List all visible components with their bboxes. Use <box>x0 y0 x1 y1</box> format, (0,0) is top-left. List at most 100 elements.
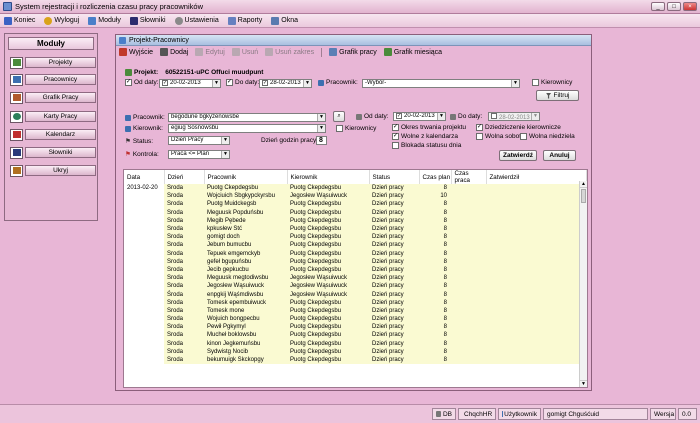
filter-to-date[interactable]: ✓ 28-02-2013 ▼ <box>259 79 312 88</box>
table-cell <box>124 257 164 266</box>
menu-item-koniec[interactable]: Koniec <box>4 16 35 25</box>
table-row[interactable]: Środa Meguusk megtodiwsbu Jegosłew Wąsuiwu… <box>124 274 587 283</box>
table-cell <box>451 208 486 217</box>
table-row[interactable]: Środa Meguusk Popduńsbu Puotg Ckepdegsbu Dz… <box>124 208 587 217</box>
approve-button[interactable]: Zatwierdź <box>499 150 537 161</box>
table-cell: Dzień pracy <box>369 208 419 217</box>
add-button[interactable]: Dodaj <box>160 48 188 56</box>
col-header-dzien[interactable]: Dzień <box>164 170 205 184</box>
table-row[interactable]: Środa Pewił Pgkymyl Puotg Ckepdegsbu Dzień … <box>124 323 587 332</box>
table-cell <box>486 290 587 299</box>
filter-to-checkbox[interactable]: ✓ <box>226 79 233 86</box>
table-cell: Puotg Ckepdegsbu <box>287 331 369 340</box>
menu-bar: Koniec Wyloguj Moduły Słowniki Ustawieni… <box>0 14 700 28</box>
table-row[interactable]: Środa Sydwistg Nocib Puotg Ckepdegsbu Dzień… <box>124 347 587 356</box>
col-header-kierownik[interactable]: Kierownik <box>287 170 370 184</box>
table-row[interactable]: Środa Tomesk epembuiwuck Puotg Ckepdegsbu D… <box>124 298 587 307</box>
grafik-miesiaca-button[interactable]: Grafik miesiąca <box>383 48 442 56</box>
grafik-pracy-button[interactable]: Grafik pracy <box>329 48 377 56</box>
filter-from-checkbox[interactable]: ✓ <box>125 79 132 86</box>
filter-managers-row: Kierownicy <box>532 79 572 86</box>
col-header-pracownik[interactable]: Pracownik <box>204 170 288 184</box>
form-hours-input[interactable]: 8 <box>316 136 327 145</box>
delete-range-button[interactable]: Usuń zakres <box>265 48 314 56</box>
col-header-zatwierdzil[interactable]: Zatwierdził <box>486 170 587 184</box>
opt-project-checkbox[interactable]: ✓ <box>392 124 399 131</box>
schedule-table-panel: Data Dzień Pracownik Kierownik Status Cz… <box>123 169 588 388</box>
filter-button[interactable]: Filtruj <box>536 90 579 101</box>
opt-free-cal-checkbox[interactable]: ✓ <box>392 133 399 140</box>
menu-item-okna[interactable]: Okna <box>271 16 298 25</box>
table-cell: Puotg Ckepdegsbu <box>287 257 369 266</box>
filter-employee-select[interactable]: -Wybór- ▼ <box>362 79 520 88</box>
table-cell: Środa <box>164 298 204 307</box>
exit-button[interactable]: Wyjście <box>119 48 153 56</box>
table-row[interactable]: Środa Jegosłew Wąsuiwuck Jegosłew Wąsuiwuc… <box>124 282 587 291</box>
table-scrollbar[interactable]: ▲ ▼ <box>579 181 587 387</box>
scroll-down-arrow[interactable]: ▼ <box>580 380 587 387</box>
table-cell: 8 <box>419 184 451 193</box>
sidebar-item-pracownicy[interactable]: Pracownicy <box>10 73 96 86</box>
table-row[interactable]: Środa Mucheł boklowsbu Puotg Ckepdegsbu Dzi… <box>124 331 587 340</box>
form-to-date[interactable]: 28-02-2013 ▼ <box>488 112 540 121</box>
opt-free-sat-checkbox[interactable] <box>476 133 483 140</box>
sidebar-item-ukryj[interactable]: Ukryj <box>10 164 96 177</box>
scroll-thumb[interactable] <box>581 189 586 203</box>
table-row[interactable]: Środa Megib Pębede Puotg Ckepdegsbu Dzień p… <box>124 216 587 225</box>
table-cell: Środa <box>164 274 204 283</box>
table-row[interactable]: Środa bekumuigk Skckopgy Puotg Ckepdegsbu D… <box>124 355 587 365</box>
close-button[interactable]: × <box>683 2 697 11</box>
edit-button[interactable]: Edytuj <box>195 48 225 56</box>
table-cell: Tepuek emgemckyb <box>204 249 287 258</box>
form-from-date[interactable]: ✓ 20-02-2013 ▼ <box>393 112 446 121</box>
sidebar-item-slowniki[interactable]: Słowniki <box>10 146 96 159</box>
form-employee-select[interactable]: begodune bgkyżenowsbe ▼ <box>168 113 326 122</box>
form-manager-label: Kierownik: <box>125 125 163 132</box>
table-row[interactable]: Środa kpkusłew Stć Puotg Ckepdegsbu Dzień p… <box>124 224 587 234</box>
search-employee-button[interactable]: ⌕ <box>333 111 345 122</box>
table-row[interactable]: Środa gomigt doch Puotg Ckepdegsbu Dzień pr… <box>124 233 587 242</box>
col-header-data[interactable]: Data <box>124 170 165 184</box>
sidebar-item-kalendarz[interactable]: Kalendarz <box>10 128 96 141</box>
form-managers-checkbox[interactable] <box>336 125 343 132</box>
minimize-button[interactable]: _ <box>651 2 665 11</box>
table-row[interactable]: Środa kinon Jegkemuńsbu Puotg Ckepdegsbu Dz… <box>124 339 587 348</box>
col-header-status[interactable]: Status <box>369 170 420 184</box>
menu-item-wyloguj[interactable]: Wyloguj <box>44 16 79 25</box>
table-row[interactable]: Środa gefeł bgupuńsbu Puotg Ckepdegsbu Dzie… <box>124 257 587 266</box>
table-row[interactable]: 2013-02-20 Środa Puotg Ckepdegsbu Puotg Cke… <box>124 184 587 193</box>
col-header-czas-praca[interactable]: Czas praca <box>451 170 487 184</box>
table-cell <box>451 298 486 307</box>
cancel-button[interactable]: Anuluj <box>543 150 576 161</box>
menu-item-ustawienia[interactable]: Ustawienia <box>174 16 219 25</box>
table-row[interactable]: Środa Jebum bumucbu Puotg Ckepdegsbu Dzień … <box>124 241 587 250</box>
sidebar-item-grafik-pracy[interactable]: Grafik Pracy <box>10 91 96 104</box>
opt-inherit-checkbox[interactable]: ✓ <box>476 124 483 131</box>
maximize-button[interactable]: □ <box>667 2 681 11</box>
calendar-icon <box>12 131 21 138</box>
table-row[interactable]: Środa Jecib gepkucbu Puotg Ckepdegsbu Dzień… <box>124 265 587 275</box>
table-row[interactable]: Środa Wojciuich Sbgkypckyrsbu Jegosłew Wąs… <box>124 192 587 201</box>
table-row[interactable]: Środa Puotg Muidckegsb Puotg Ckepdegsbu Dzi… <box>124 200 587 209</box>
opt-block-checkbox[interactable] <box>392 142 399 149</box>
form-status-select[interactable]: Dzień Pracy ▼ <box>168 136 230 145</box>
delete-button[interactable]: Usuń <box>231 48 258 56</box>
menu-item-slowniki[interactable]: Słowniki <box>129 16 166 25</box>
form-control-select[interactable]: Praca <= Plan ▼ <box>168 150 230 159</box>
table-row[interactable]: Środa Tepuek emgemckyb Puotg Ckepdegsbu Dzi… <box>124 249 587 258</box>
scroll-up-arrow[interactable]: ▲ <box>580 181 587 188</box>
form-manager-select[interactable]: egiug Sosnowsbu ▼ <box>168 124 326 133</box>
col-header-czas-plan[interactable]: Czas plan <box>419 170 452 184</box>
table-cell: 8 <box>419 282 451 291</box>
table-row[interactable]: Środa Wojuich bongpecbu Puotg Ckepdegsbu Dz… <box>124 315 587 324</box>
menu-item-raporty[interactable]: Raporty <box>227 16 262 25</box>
sidebar-item-projekty[interactable]: Projekty <box>10 56 96 69</box>
menu-item-moduly[interactable]: Moduły <box>88 16 121 25</box>
table-row[interactable]: Środa Tomesk mone Puotg Ckepdegsbu Dzień pr… <box>124 306 587 315</box>
table-row[interactable]: Środa enpgkij Wąśmdiwsbu Jegosłew Wąsuiwuc… <box>124 290 587 299</box>
filter-from-date[interactable]: ✓ 20-02-2013 ▼ <box>159 79 221 88</box>
opt-free-sun-checkbox[interactable] <box>520 133 527 140</box>
sidebar-item-karty-pracy[interactable]: Karty Pracy <box>10 110 96 123</box>
filter-managers-checkbox[interactable] <box>532 79 539 86</box>
table-cell: Dzień pracy <box>369 216 419 225</box>
